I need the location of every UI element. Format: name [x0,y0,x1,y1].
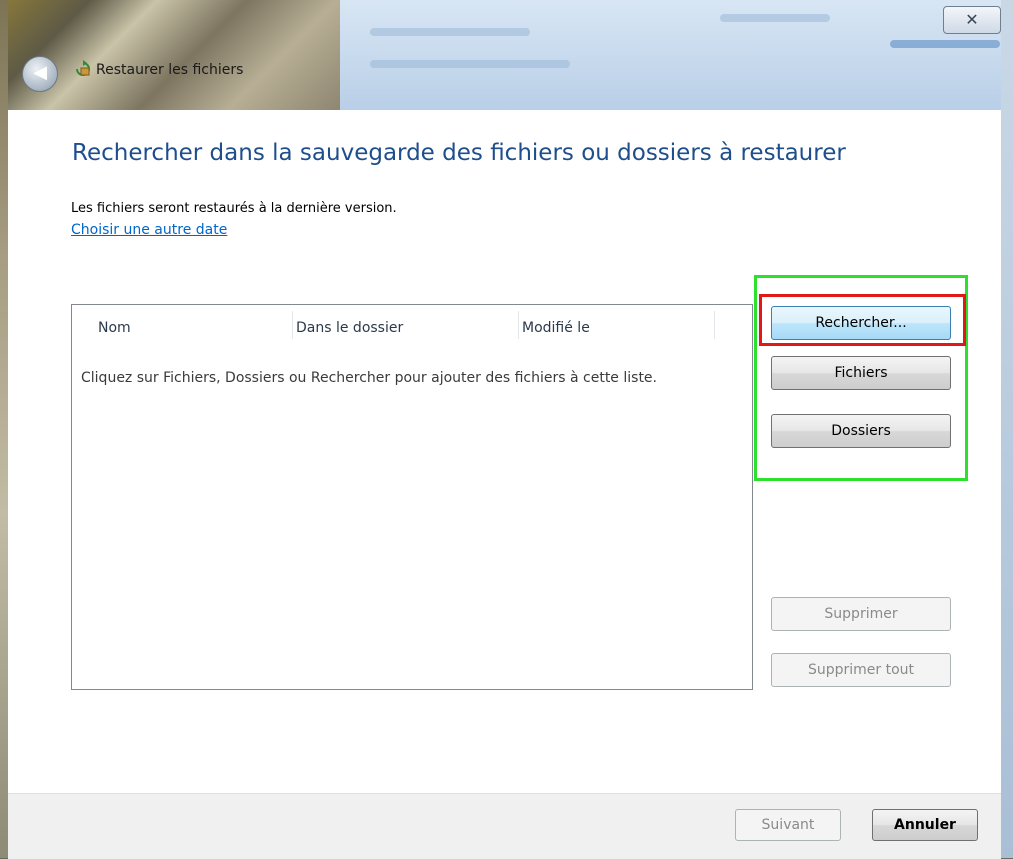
remove-all-button[interactable]: Supprimer tout [771,653,951,687]
desktop-background [0,0,340,110]
wizard-content: Rechercher dans la sauvegarde des fichie… [8,110,1001,793]
blurred-text [720,14,830,22]
window-title: Restaurer les fichiers [96,62,244,78]
empty-list-message: Cliquez sur Fichiers, Dossiers ou Recher… [81,370,657,386]
files-to-restore-list[interactable]: Nom Dans le dossier Modifié le Cliquez s… [71,304,753,690]
search-button-highlight [759,294,966,346]
blurred-text [370,28,530,36]
remove-button[interactable]: Supprimer [771,597,951,631]
back-arrow-icon: ◀ [33,62,47,83]
column-separator[interactable] [518,311,519,339]
page-heading: Rechercher dans la sauvegarde des fichie… [72,140,846,166]
window-frame-left [0,0,8,858]
back-button[interactable]: ◀ [22,56,58,92]
choose-other-date-link[interactable]: Choisir une autre date [71,222,227,238]
close-button[interactable]: ✕ [943,6,1001,34]
blurred-text [890,40,1000,48]
window-frame-right [1001,0,1013,858]
column-header-folder[interactable]: Dans le dossier [296,320,403,336]
column-header-modified[interactable]: Modifié le [522,320,590,336]
restore-files-icon [74,60,92,78]
cancel-button[interactable]: Annuler [872,809,978,841]
restore-version-info: Les fichiers seront restaurés à la derni… [71,201,397,216]
blurred-text [370,60,570,68]
parent-window-background [340,0,1013,110]
column-separator[interactable] [714,311,715,339]
close-icon: ✕ [965,10,979,29]
column-header-name[interactable]: Nom [98,320,131,336]
next-button[interactable]: Suivant [735,809,841,841]
column-separator[interactable] [292,311,293,339]
wizard-footer: Suivant Annuler [8,793,1001,859]
